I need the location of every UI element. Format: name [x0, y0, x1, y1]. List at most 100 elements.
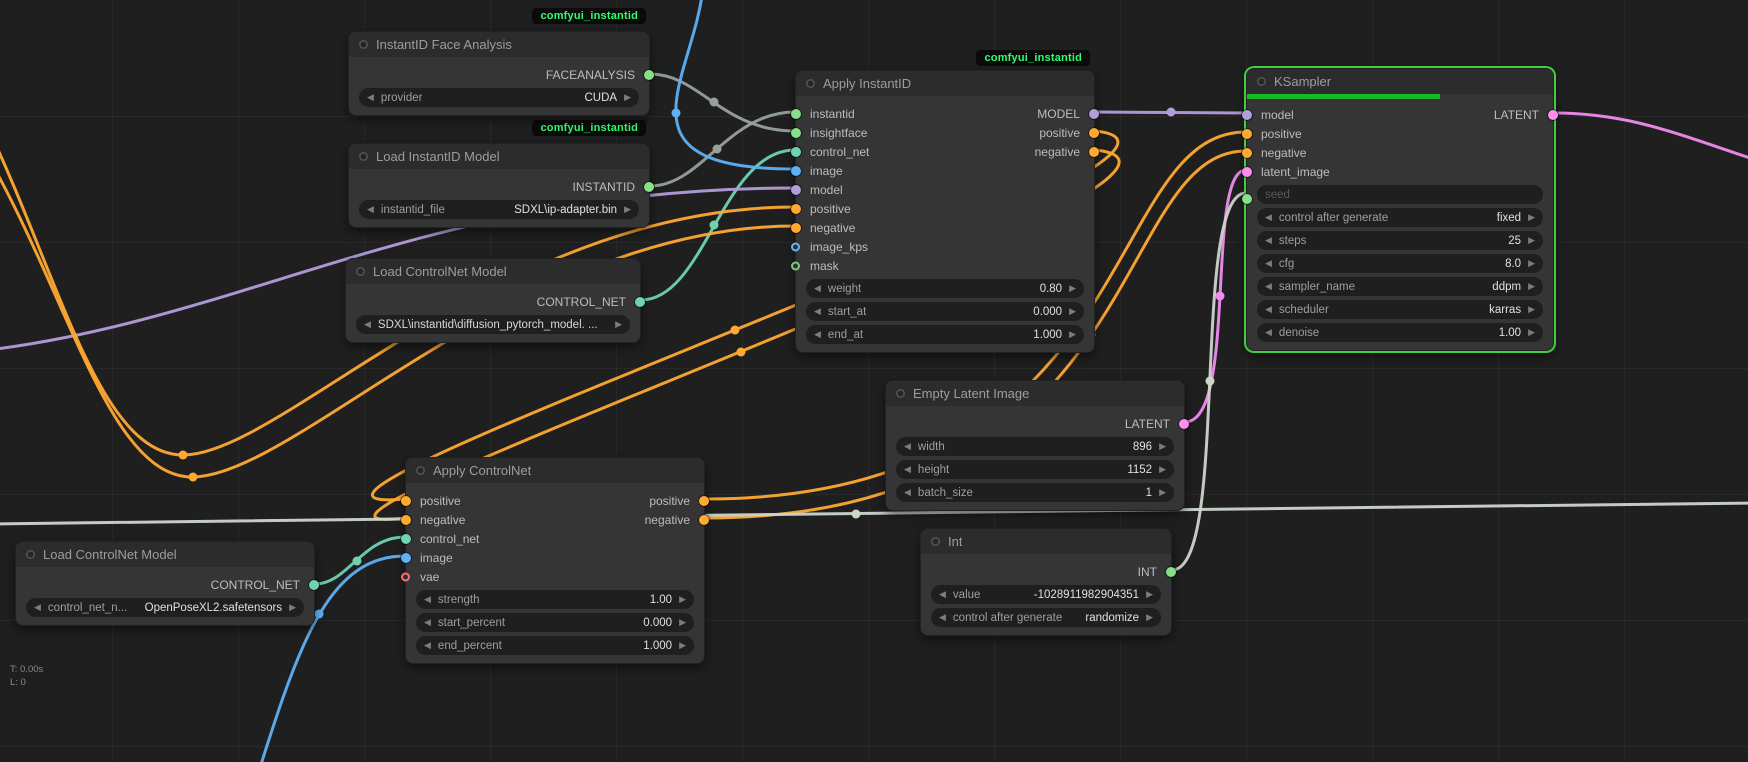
node-header[interactable]: Apply InstantID [796, 71, 1094, 96]
node-header[interactable]: Load InstantID Model [349, 144, 649, 169]
output-slot-control-net[interactable] [309, 580, 319, 590]
collapse-dot-icon[interactable] [931, 537, 940, 546]
widget-provider[interactable]: ◀ provider CUDA ▶ [359, 88, 639, 107]
arrow-right-icon[interactable]: ▶ [624, 93, 631, 102]
input-slot-positive[interactable] [401, 496, 411, 506]
arrow-right-icon[interactable]: ▶ [1159, 442, 1166, 451]
node-header[interactable]: KSampler [1247, 69, 1553, 94]
arrow-left-icon[interactable]: ◀ [34, 603, 41, 612]
arrow-right-icon[interactable]: ▶ [1528, 328, 1535, 337]
widget-controlnet-name[interactable]: ◀ SDXL\instantid\diffusion_pytorch_model… [356, 315, 630, 334]
input-slot-negative[interactable] [401, 515, 411, 525]
widget-value[interactable]: ◀ value -1028911982904351 ▶ [931, 585, 1161, 604]
arrow-left-icon[interactable]: ◀ [364, 320, 371, 329]
input-slot-control-net[interactable] [401, 534, 411, 544]
seed-input-row[interactable]: seed [1247, 185, 1553, 204]
output-slot-latent[interactable] [1548, 110, 1558, 120]
widget-instantid-file[interactable]: ◀ instantid_file SDXL\ip-adapter.bin ▶ [359, 200, 639, 219]
input-slot-positive[interactable] [791, 204, 801, 214]
node-header[interactable]: Apply ControlNet [406, 458, 704, 483]
collapse-dot-icon[interactable] [896, 389, 905, 398]
input-slot-insightface[interactable] [791, 128, 801, 138]
arrow-right-icon[interactable]: ▶ [679, 641, 686, 650]
node-header[interactable]: Load ControlNet Model [346, 259, 640, 284]
collapse-dot-icon[interactable] [356, 267, 365, 276]
input-slot-negative[interactable] [1242, 148, 1252, 158]
arrow-right-icon[interactable]: ▶ [679, 618, 686, 627]
node-empty-latent-image[interactable]: Empty Latent Image LATENT ◀ width 896 ▶ … [885, 380, 1185, 511]
widget-start-at[interactable]: ◀ start_at 0.000 ▶ [806, 302, 1084, 321]
input-slot-seed[interactable] [1242, 194, 1252, 204]
widget-denoise[interactable]: ◀ denoise 1.00 ▶ [1257, 323, 1543, 342]
widget-sampler-name[interactable]: ◀ sampler_name ddpm ▶ [1257, 277, 1543, 296]
input-slot-positive[interactable] [1242, 129, 1252, 139]
arrow-right-icon[interactable]: ▶ [1528, 213, 1535, 222]
output-slot-faceanalysis[interactable] [644, 70, 654, 80]
output-slot-positive[interactable] [699, 496, 709, 506]
arrow-right-icon[interactable]: ▶ [1069, 284, 1076, 293]
widget-weight[interactable]: ◀ weight 0.80 ▶ [806, 279, 1084, 298]
output-slot-negative[interactable] [1089, 147, 1099, 157]
arrow-left-icon[interactable]: ◀ [424, 641, 431, 650]
widget-scheduler[interactable]: ◀ scheduler karras ▶ [1257, 300, 1543, 319]
arrow-right-icon[interactable]: ▶ [1528, 259, 1535, 268]
arrow-right-icon[interactable]: ▶ [1146, 613, 1153, 622]
arrow-left-icon[interactable]: ◀ [1265, 213, 1272, 222]
node-load-controlnet-model-bottom[interactable]: Load ControlNet Model CONTROL_NET ◀ cont… [15, 541, 315, 626]
collapse-dot-icon[interactable] [1257, 77, 1266, 86]
arrow-right-icon[interactable]: ▶ [1528, 305, 1535, 314]
arrow-left-icon[interactable]: ◀ [939, 613, 946, 622]
collapse-dot-icon[interactable] [359, 40, 368, 49]
output-slot-latent[interactable] [1179, 419, 1189, 429]
input-slot-negative[interactable] [791, 223, 801, 233]
arrow-left-icon[interactable]: ◀ [1265, 282, 1272, 291]
node-apply-controlnet[interactable]: Apply ControlNet positive positive negat… [405, 457, 705, 664]
node-ksampler[interactable]: KSampler model LATENT positive negative … [1246, 68, 1554, 351]
collapse-dot-icon[interactable] [26, 550, 35, 559]
arrow-left-icon[interactable]: ◀ [424, 618, 431, 627]
collapse-dot-icon[interactable] [359, 152, 368, 161]
arrow-left-icon[interactable]: ◀ [367, 205, 374, 214]
arrow-right-icon[interactable]: ▶ [1528, 236, 1535, 245]
input-slot-mask[interactable] [791, 261, 800, 270]
output-slot-int[interactable] [1166, 567, 1176, 577]
widget-width[interactable]: ◀ width 896 ▶ [896, 437, 1174, 456]
arrow-right-icon[interactable]: ▶ [1528, 282, 1535, 291]
widget-end-percent[interactable]: ◀ end_percent 1.000 ▶ [416, 636, 694, 655]
node-canvas[interactable]: comfyui_instantid comfyui_instantid comf… [0, 0, 1748, 762]
arrow-right-icon[interactable]: ▶ [289, 603, 296, 612]
arrow-left-icon[interactable]: ◀ [367, 93, 374, 102]
widget-strength[interactable]: ◀ strength 1.00 ▶ [416, 590, 694, 609]
node-apply-instantid[interactable]: Apply InstantID instantid MODEL insightf… [795, 70, 1095, 353]
widget-controlnet-name[interactable]: ◀ control_net_n... OpenPoseXL2.safetenso… [26, 598, 304, 617]
widget-control-after-generate[interactable]: ◀ control after generate fixed ▶ [1257, 208, 1543, 227]
input-slot-model[interactable] [1242, 110, 1252, 120]
output-slot-positive[interactable] [1089, 128, 1099, 138]
arrow-left-icon[interactable]: ◀ [1265, 259, 1272, 268]
arrow-left-icon[interactable]: ◀ [1265, 236, 1272, 245]
arrow-left-icon[interactable]: ◀ [904, 442, 911, 451]
widget-seed[interactable]: seed [1257, 185, 1543, 204]
output-slot-negative[interactable] [699, 515, 709, 525]
arrow-left-icon[interactable]: ◀ [1265, 305, 1272, 314]
input-slot-image-kps[interactable] [791, 242, 800, 251]
collapse-dot-icon[interactable] [416, 466, 425, 475]
input-slot-vae[interactable] [401, 572, 410, 581]
widget-end-at[interactable]: ◀ end_at 1.000 ▶ [806, 325, 1084, 344]
widget-cfg[interactable]: ◀ cfg 8.0 ▶ [1257, 254, 1543, 273]
input-slot-control-net[interactable] [791, 147, 801, 157]
collapse-dot-icon[interactable] [806, 79, 815, 88]
arrow-left-icon[interactable]: ◀ [424, 595, 431, 604]
widget-height[interactable]: ◀ height 1152 ▶ [896, 460, 1174, 479]
arrow-left-icon[interactable]: ◀ [1265, 328, 1272, 337]
output-slot-model[interactable] [1089, 109, 1099, 119]
node-header[interactable]: Int [921, 529, 1171, 554]
widget-control-after-generate[interactable]: ◀ control after generate randomize ▶ [931, 608, 1161, 627]
widget-start-percent[interactable]: ◀ start_percent 0.000 ▶ [416, 613, 694, 632]
arrow-right-icon[interactable]: ▶ [1146, 590, 1153, 599]
input-slot-model[interactable] [791, 185, 801, 195]
node-int[interactable]: Int INT ◀ value -1028911982904351 ▶ ◀ co… [920, 528, 1172, 636]
node-header[interactable]: Empty Latent Image [886, 381, 1184, 406]
arrow-left-icon[interactable]: ◀ [814, 307, 821, 316]
arrow-left-icon[interactable]: ◀ [939, 590, 946, 599]
